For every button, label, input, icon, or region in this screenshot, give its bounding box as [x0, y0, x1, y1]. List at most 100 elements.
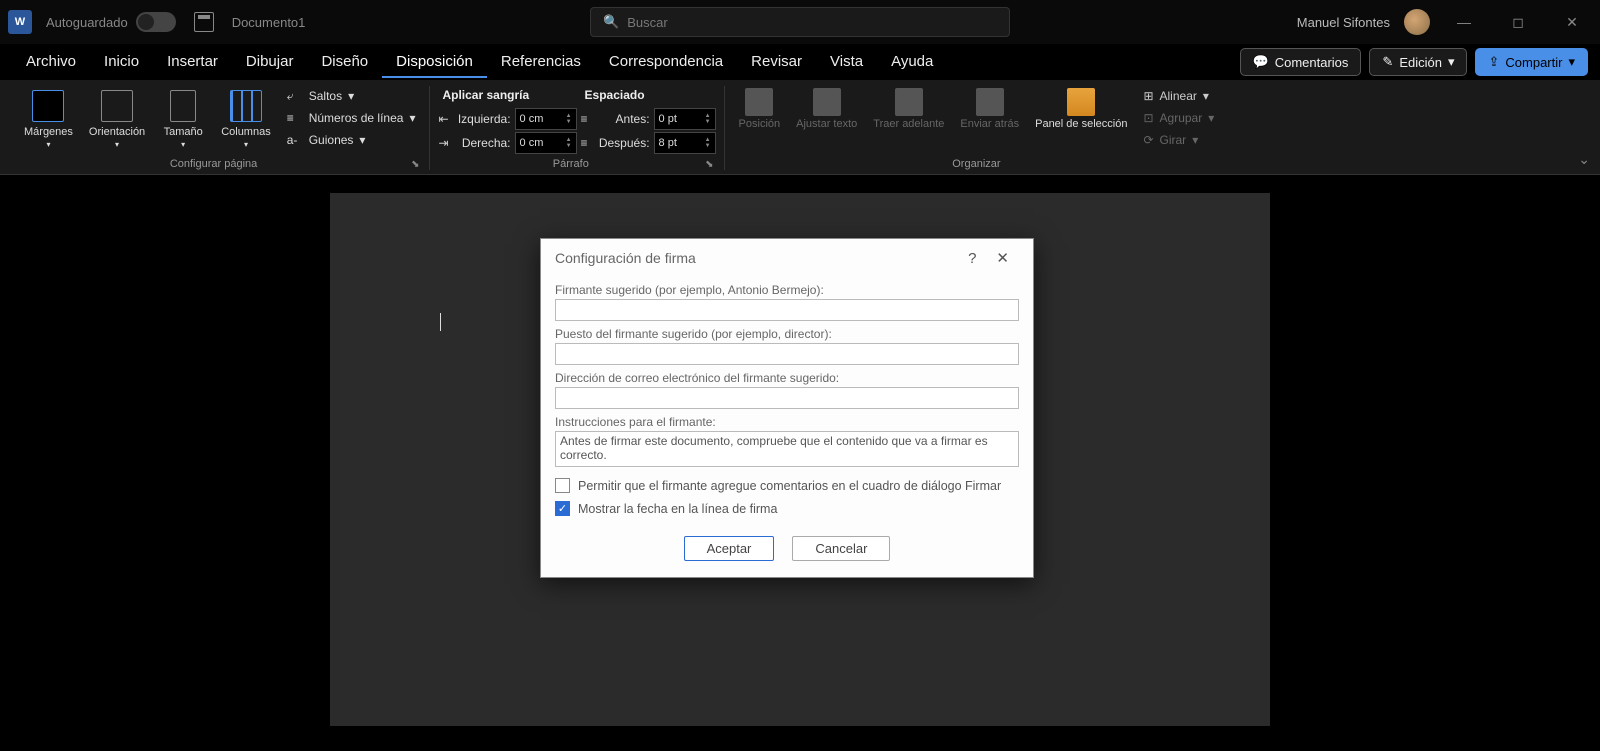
orientation-label: Orientación [89, 126, 145, 138]
spacing-before-input[interactable]: 0 pt▲▼ [654, 108, 716, 130]
tab-referencias[interactable]: Referencias [487, 47, 595, 78]
save-icon[interactable] [194, 12, 214, 32]
comments-button[interactable]: 💬Comentarios [1240, 48, 1362, 76]
rotate-label: Girar [1160, 133, 1187, 147]
size-button[interactable]: Tamaño ▾ [155, 86, 211, 153]
cancel-button[interactable]: Cancelar [792, 536, 890, 561]
instructions-input[interactable] [555, 431, 1019, 467]
chevron-down-icon: ▾ [46, 140, 50, 149]
show-date-checkbox[interactable]: ✓ [555, 501, 570, 516]
indent-title: Aplicar sangría [438, 86, 576, 106]
chevron-down-icon: ▾ [1568, 54, 1575, 70]
show-date-label: Mostrar la fecha en la línea de firma [578, 502, 777, 516]
dialog-help-button[interactable]: ? [958, 250, 986, 267]
group-page-setup: Márgenes ▾ Orientación▾ Tamaño ▾ Columnas ▾… [10, 86, 430, 170]
group-objects-label: Agrupar [1160, 111, 1203, 125]
tab-disposición[interactable]: Disposición [382, 47, 487, 78]
wrap-text-button[interactable]: Ajustar texto [790, 86, 863, 132]
columns-label: Columnas [221, 126, 271, 138]
username-label: Manuel Sifontes [1297, 15, 1390, 30]
minimize-button[interactable]: — [1444, 7, 1484, 37]
breaks-label: Saltos [309, 89, 342, 103]
word-app-icon: W [8, 10, 32, 34]
rotate-icon: ⟳ [1143, 133, 1153, 147]
ribbon: Márgenes ▾ Orientación▾ Tamaño ▾ Columnas ▾… [0, 80, 1600, 175]
page-setup-launcher[interactable]: ⬊ [409, 159, 421, 170]
signer-email-input[interactable] [555, 387, 1019, 409]
spacing-after-input[interactable]: 8 pt▲▼ [654, 132, 716, 154]
tab-diseño[interactable]: Diseño [307, 47, 382, 78]
titlebar: W Autoguardado Documento1 🔍 Buscar Manue… [0, 0, 1600, 44]
bring-forward-button[interactable]: Traer adelante [867, 86, 950, 132]
indent-right-icon: ⇥ [438, 136, 448, 150]
breaks-icon: ⤶ [287, 89, 303, 103]
signer-title-input[interactable] [555, 343, 1019, 365]
rotate-button[interactable]: ⟳Girar ▾ [1137, 130, 1220, 150]
dialog-title: Configuración de firma [555, 250, 696, 266]
selection-pane-button[interactable]: Panel de selección [1029, 86, 1133, 132]
dialog-close-button[interactable]: ✕ [986, 249, 1019, 267]
position-label: Posición [739, 118, 781, 130]
line-numbers-button[interactable]: ≡Números de línea ▾ [281, 108, 422, 128]
send-backward-button[interactable]: Enviar atrás [954, 86, 1025, 132]
indent-right-input[interactable]: 0 cm▲▼ [515, 132, 577, 154]
share-icon: ⇪ [1488, 54, 1499, 70]
autosave-toggle[interactable] [136, 12, 176, 32]
tab-vista[interactable]: Vista [816, 47, 877, 78]
avatar[interactable] [1404, 9, 1430, 35]
breaks-button[interactable]: ⤶Saltos ▾ [281, 86, 422, 106]
hyphenation-icon: a- [287, 133, 303, 147]
columns-button[interactable]: Columnas ▾ [215, 86, 277, 153]
collapse-ribbon-button[interactable]: ⌄ [1578, 151, 1590, 168]
search-icon: 🔍 [603, 14, 619, 30]
selection-pane-label: Panel de selección [1035, 118, 1127, 130]
signer-email-label: Dirección de correo electrónico del firm… [555, 371, 1019, 385]
group-objects-button[interactable]: ⊡Agrupar ▾ [1137, 108, 1220, 128]
search-box[interactable]: 🔍 Buscar [590, 7, 1010, 37]
chevron-down-icon: ▾ [181, 140, 185, 149]
text-cursor [440, 313, 441, 331]
tab-dibujar[interactable]: Dibujar [232, 47, 308, 78]
search-placeholder: Buscar [627, 15, 667, 30]
align-button[interactable]: ⊞Alinear ▾ [1137, 86, 1220, 106]
indent-right-label: Derecha: [453, 136, 511, 150]
margins-label: Márgenes [24, 126, 73, 138]
position-button[interactable]: Posición [733, 86, 787, 132]
bring-forward-label: Traer adelante [873, 118, 944, 130]
signer-label: Firmante sugerido (por ejemplo, Antonio … [555, 283, 1019, 297]
editing-label: Edición [1399, 55, 1442, 70]
spacing-before-label: Antes: [592, 112, 650, 126]
maximize-button[interactable]: ◻ [1498, 7, 1538, 37]
tab-insertar[interactable]: Insertar [153, 47, 232, 78]
indent-right-value: 0 cm [520, 137, 544, 149]
orientation-button[interactable]: Orientación▾ [83, 86, 151, 153]
comment-icon: 💬 [1253, 54, 1269, 70]
margins-button[interactable]: Márgenes ▾ [18, 86, 79, 153]
signer-input[interactable] [555, 299, 1019, 321]
allow-comments-checkbox[interactable] [555, 478, 570, 493]
group-paragraph: Aplicar sangría ⇤Izquierda:0 cm▲▼ ⇥Derec… [430, 86, 724, 170]
tab-ayuda[interactable]: Ayuda [877, 47, 947, 78]
tab-correspondencia[interactable]: Correspondencia [595, 47, 737, 78]
size-label: Tamaño [164, 126, 203, 138]
line-numbers-label: Números de línea [309, 111, 404, 125]
allow-comments-label: Permitir que el firmante agregue comenta… [578, 479, 1001, 493]
spacing-title: Espaciado [581, 86, 716, 106]
paragraph-group-label: Párrafo [553, 154, 589, 170]
chevron-down-icon: ▾ [244, 140, 248, 149]
editing-mode-button[interactable]: ✎Edición▾ [1369, 48, 1467, 76]
tab-inicio[interactable]: Inicio [90, 47, 153, 78]
spacing-before-icon: ≡ [581, 112, 588, 126]
close-window-button[interactable]: ✕ [1552, 7, 1592, 37]
tab-revisar[interactable]: Revisar [737, 47, 816, 78]
paragraph-launcher[interactable]: ⬊ [703, 159, 715, 170]
indent-left-value: 0 cm [520, 113, 544, 125]
tab-archivo[interactable]: Archivo [12, 47, 90, 78]
page-setup-group-label: Configurar página [170, 154, 257, 170]
arrange-group-label: Organizar [952, 154, 1000, 170]
ok-button[interactable]: Aceptar [684, 536, 775, 561]
hyphenation-button[interactable]: a-Guiones ▾ [281, 130, 422, 150]
share-button[interactable]: ⇪Compartir▾ [1475, 48, 1588, 76]
spacing-after-label: Después: [592, 136, 650, 150]
indent-left-input[interactable]: 0 cm▲▼ [515, 108, 577, 130]
